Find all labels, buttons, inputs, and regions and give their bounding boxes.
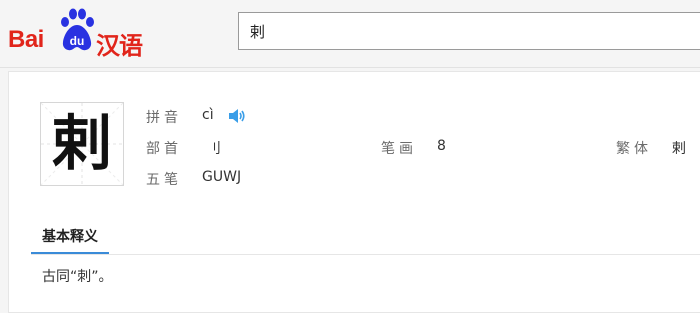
strokes-label: 笔画 <box>381 141 417 157</box>
pinyin-value: cì <box>202 107 214 123</box>
logo-latin-text: Bai <box>8 26 44 53</box>
tab-basic-definition[interactable]: 基本释义 <box>31 224 109 254</box>
search-input[interactable] <box>239 13 700 49</box>
traditional-value: 剌 <box>672 141 686 157</box>
definition-text: 古同“刺”。 <box>42 269 113 285</box>
result-card: 剌 拼音 cì 部首 刂 笔画 8 繁体 剌 五笔 GUWJ 基本释义 古同“刺… <box>8 71 700 313</box>
speaker-icon[interactable] <box>228 108 246 124</box>
baidu-hanyu-logo[interactable]: Bai du 汉语 <box>8 6 148 60</box>
pinyin-label: 拼音 <box>146 110 182 126</box>
tab-bar: 基本释义 <box>31 224 700 255</box>
radical-value[interactable]: 刂 <box>207 138 221 158</box>
traditional-label: 繁体 <box>616 141 652 157</box>
strokes-value: 8 <box>437 138 446 154</box>
character-box: 剌 <box>40 102 124 186</box>
logo-chinese-text: 汉语 <box>96 32 143 60</box>
wubi-label: 五笔 <box>146 172 182 188</box>
wubi-value: GUWJ <box>202 169 242 185</box>
radical-label: 部首 <box>146 141 182 157</box>
character-glyph: 剌 <box>52 109 112 179</box>
logo-du-text: du <box>69 34 85 48</box>
top-bar: Bai du 汉语 <box>0 0 700 68</box>
search-box[interactable] <box>238 12 700 50</box>
